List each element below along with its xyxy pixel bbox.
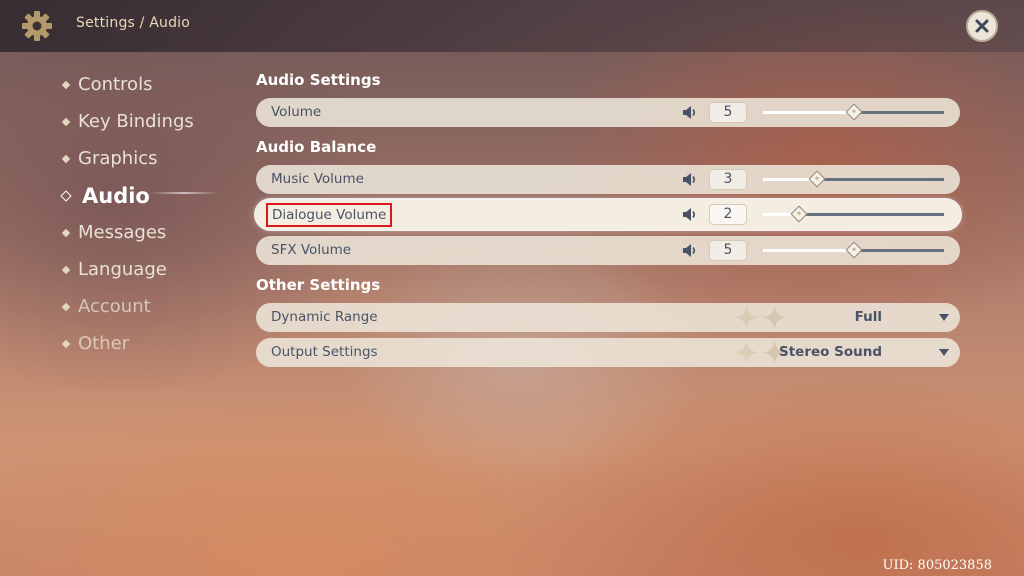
diamond-bullet-icon bbox=[61, 339, 71, 348]
volume-value[interactable]: 5 bbox=[709, 102, 747, 123]
nav-item-messages[interactable]: Messages bbox=[61, 214, 194, 251]
speaker-icon[interactable] bbox=[682, 105, 698, 120]
row-label: Dynamic Range bbox=[271, 309, 378, 325]
dropdown-arrow-icon[interactable] bbox=[939, 349, 949, 356]
diamond-bullet-icon bbox=[61, 228, 71, 237]
nav-item-language[interactable]: Language bbox=[61, 251, 194, 288]
speaker-icon[interactable] bbox=[682, 207, 698, 222]
dialogue-volume-slider[interactable] bbox=[763, 205, 944, 223]
diamond-bullet-icon bbox=[60, 189, 72, 202]
nav-item-label: Audio bbox=[82, 183, 150, 208]
slider-fill bbox=[763, 249, 854, 252]
diamond-bullet-icon bbox=[61, 302, 71, 311]
nav-item-label: Key Bindings bbox=[78, 111, 194, 132]
row-label: Music Volume bbox=[271, 171, 364, 187]
section-title-other-settings: Other Settings bbox=[256, 276, 381, 294]
diamond-bullet-icon bbox=[61, 117, 71, 126]
diamond-bullet-icon bbox=[61, 265, 71, 274]
nav-item-label: Other bbox=[78, 333, 130, 354]
nav-item-label: Language bbox=[78, 259, 167, 280]
slider-knob[interactable] bbox=[845, 103, 862, 121]
sfx-volume-value[interactable]: 5 bbox=[709, 240, 747, 261]
sfx-volume-row[interactable]: SFX Volume 5 bbox=[256, 236, 960, 265]
output-settings-value: Stereo Sound bbox=[778, 344, 882, 360]
breadcrumb: Settings / Audio bbox=[76, 15, 191, 31]
close-icon bbox=[975, 19, 989, 33]
row-label: SFX Volume bbox=[271, 242, 352, 258]
user-id: UID: 805023858 bbox=[882, 558, 992, 573]
sfx-volume-slider[interactable] bbox=[763, 241, 944, 259]
nav-item-other[interactable]: Other bbox=[61, 325, 194, 362]
sparkle-decoration-icon bbox=[762, 305, 787, 330]
music-volume-row[interactable]: Music Volume 3 bbox=[256, 165, 960, 194]
slider-knob[interactable] bbox=[790, 205, 808, 223]
row-label: Output Settings bbox=[271, 344, 378, 360]
top-bar: Settings / Audio bbox=[0, 0, 1024, 52]
dropdown-arrow-icon[interactable] bbox=[939, 314, 949, 321]
close-button[interactable] bbox=[966, 10, 998, 42]
section-title-audio-balance: Audio Balance bbox=[256, 138, 377, 156]
active-indicator bbox=[150, 192, 218, 194]
nav-item-account[interactable]: Account bbox=[61, 288, 194, 325]
nav-item-label: Messages bbox=[78, 222, 167, 243]
dynamic-range-value: Full bbox=[854, 309, 882, 325]
nav-item-key-bindings[interactable]: Key Bindings bbox=[61, 103, 194, 140]
row-label: Volume bbox=[271, 104, 322, 120]
sparkle-decoration-icon bbox=[734, 340, 759, 365]
nav-item-audio[interactable]: Audio bbox=[60, 177, 194, 214]
dialogue-volume-row[interactable]: Dialogue Volume 2 bbox=[256, 200, 960, 229]
diamond-bullet-icon bbox=[61, 80, 71, 89]
volume-row[interactable]: Volume 5 bbox=[256, 98, 960, 127]
dynamic-range-row[interactable]: Dynamic Range Full bbox=[256, 303, 960, 332]
slider-knob[interactable] bbox=[845, 241, 862, 259]
section-title-audio-settings: Audio Settings bbox=[256, 71, 381, 89]
diamond-bullet-icon bbox=[61, 154, 71, 163]
nav-item-label: Account bbox=[78, 296, 151, 317]
nav-item-label: Controls bbox=[78, 74, 153, 95]
nav-item-label: Graphics bbox=[78, 148, 158, 169]
slider-knob[interactable] bbox=[808, 170, 826, 188]
music-volume-value[interactable]: 3 bbox=[709, 169, 747, 190]
output-settings-row[interactable]: Output Settings Stereo Sound bbox=[256, 338, 960, 367]
dialogue-volume-value[interactable]: 2 bbox=[709, 204, 747, 225]
speaker-icon[interactable] bbox=[682, 172, 698, 187]
nav-item-controls[interactable]: Controls bbox=[61, 66, 194, 103]
music-volume-slider[interactable] bbox=[763, 170, 944, 188]
nav-item-graphics[interactable]: Graphics bbox=[61, 140, 194, 177]
settings-nav: Controls Key Bindings Graphics Audio Mes… bbox=[60, 66, 194, 362]
speaker-icon[interactable] bbox=[682, 243, 698, 258]
slider-fill bbox=[763, 111, 854, 114]
volume-slider[interactable] bbox=[763, 103, 944, 121]
gear-icon bbox=[22, 11, 52, 41]
row-label: Dialogue Volume bbox=[266, 203, 393, 227]
sparkle-decoration-icon bbox=[734, 305, 759, 330]
